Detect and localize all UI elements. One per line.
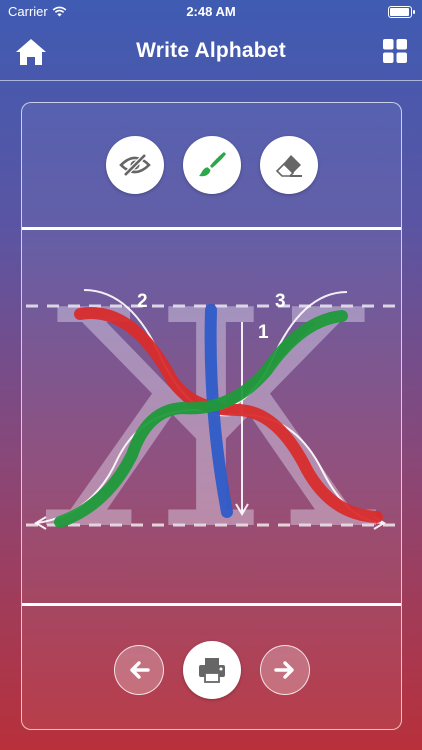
- tool-row: [22, 103, 401, 227]
- next-letter-button[interactable]: [260, 645, 310, 695]
- status-bar: Carrier 2:48 AM: [0, 0, 422, 24]
- arrow-left-icon: [130, 661, 150, 679]
- page-title: Write Alphabet: [136, 39, 286, 62]
- stroke-number-2: 2: [137, 291, 148, 312]
- battery-icon: [388, 6, 415, 18]
- print-button[interactable]: [183, 641, 241, 699]
- brush-tool-button[interactable]: [183, 136, 241, 194]
- writing-panel: Ж 1 2 3: [21, 102, 402, 730]
- previous-letter-button[interactable]: [114, 645, 164, 695]
- letter-drawing-area[interactable]: Ж 1 2 3: [22, 230, 401, 603]
- navigation-bar: Write Alphabet: [0, 24, 422, 81]
- eye-slash-icon: [119, 153, 151, 177]
- toggle-guide-button[interactable]: [106, 136, 164, 194]
- grid-icon: [383, 39, 407, 63]
- eraser-tool-button[interactable]: [260, 136, 318, 194]
- arrow-right-icon: [274, 661, 294, 679]
- stroke-number-3: 3: [275, 291, 286, 312]
- writing-canvas[interactable]: Ж 1 2 3: [22, 230, 401, 603]
- printer-icon: [199, 658, 225, 683]
- status-time: 2:48 AM: [186, 4, 236, 19]
- eraser-icon: [275, 155, 302, 177]
- stroke-number-1: 1: [258, 322, 269, 343]
- menu-grid-button[interactable]: [382, 38, 408, 64]
- paintbrush-icon: [199, 152, 226, 177]
- bottom-controls: [22, 606, 401, 727]
